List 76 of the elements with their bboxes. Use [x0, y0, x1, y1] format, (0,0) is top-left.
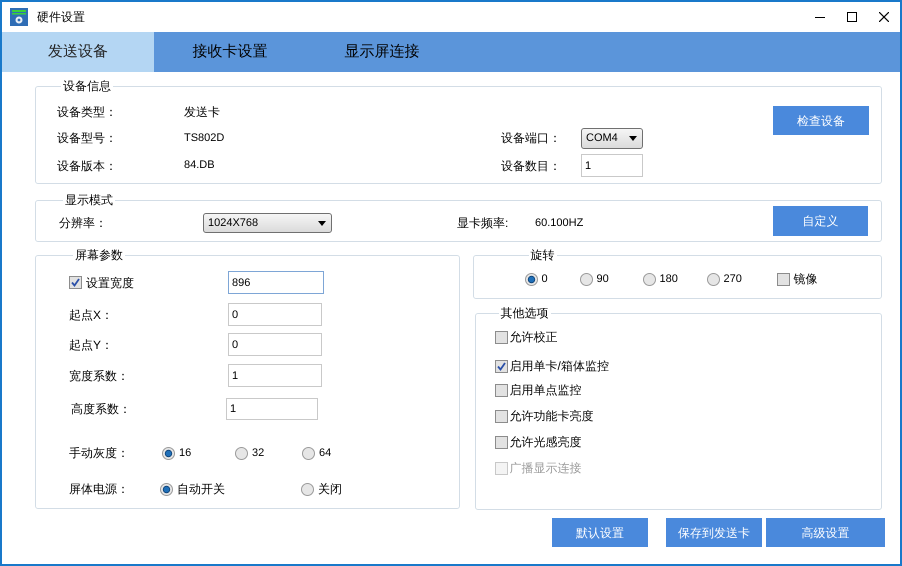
caret-icon — [318, 220, 326, 226]
checked-checkbox[interactable] — [494, 360, 508, 372]
maximize-icon — [847, 12, 857, 22]
checkbox[interactable] — [494, 436, 508, 448]
radio-button[interactable] — [642, 272, 656, 286]
field-label: 起点X： — [69, 306, 114, 324]
input-field[interactable]: 1 — [228, 364, 322, 387]
close-icon — [879, 12, 889, 22]
checkbox-label: 启用单卡/箱体监控 — [510, 358, 609, 375]
field-label: 显卡频率: — [457, 215, 510, 232]
checkbox-label: 设置宽度 — [86, 274, 134, 292]
app-icon — [10, 8, 28, 26]
minimize-icon — [815, 16, 825, 18]
field-label: 高度系数： — [71, 401, 131, 418]
checkbox-label: 允许光感亮度 — [510, 434, 582, 451]
checkbox[interactable] — [494, 384, 508, 396]
selected-radio-button[interactable] — [524, 272, 538, 286]
radio-button[interactable] — [706, 272, 720, 286]
group-title: 旋转 — [530, 247, 556, 263]
field-label: 设备版本： — [57, 158, 118, 174]
radio-button[interactable] — [301, 482, 314, 496]
dropdown[interactable]: COM4 — [581, 128, 643, 148]
checkbox[interactable] — [494, 410, 508, 422]
radio-label: 0 — [542, 272, 548, 287]
action-button[interactable]: 高级设置 — [766, 518, 885, 547]
radio-label: 关闭 — [318, 481, 342, 498]
radio-label: 90 — [596, 272, 609, 287]
field-label: 屏体电源： — [69, 481, 130, 498]
input-field[interactable]: 1 — [581, 154, 643, 177]
radio-label: 16 — [179, 446, 192, 461]
input-field[interactable]: 0 — [228, 303, 322, 326]
group-title: 设备信息 — [62, 78, 112, 94]
field-label: 设备端口： — [501, 130, 562, 147]
checkbox-label: 镜像 — [794, 271, 818, 288]
group-title: 屏幕参数 — [74, 247, 124, 263]
checkbox-label: 允许功能卡亮度 — [510, 408, 594, 425]
radio-label: 32 — [252, 446, 264, 461]
field-label: 分辨率： — [59, 215, 108, 232]
field-label: 宽度系数： — [69, 368, 129, 384]
dropdown[interactable]: 1024X768 — [203, 213, 332, 233]
checkbox[interactable] — [776, 272, 790, 286]
radio-label: 270 — [724, 272, 742, 287]
field-value: 84.DB — [184, 158, 216, 174]
field-label: 起点Y： — [69, 336, 114, 354]
radio-button[interactable] — [580, 272, 593, 286]
group-title: 其他选项 — [500, 305, 550, 321]
input-field[interactable]: 896 — [228, 271, 324, 294]
selected-radio-button[interactable] — [160, 482, 173, 496]
action-button[interactable]: 检查设备 — [773, 106, 869, 135]
group-title: 显示模式 — [64, 192, 114, 208]
checkbox-label: 广播显示连接 — [510, 460, 582, 477]
tab[interactable]: 发送设备 — [2, 32, 154, 72]
radio-label: 自动开关 — [177, 481, 225, 498]
field-value: TS802D — [184, 130, 226, 146]
window-title: 硬件设置 — [37, 9, 85, 26]
action-button[interactable]: 自定义 — [773, 206, 868, 236]
action-button[interactable]: 默认设置 — [552, 518, 648, 547]
field-value: 60.100HZ — [535, 216, 584, 231]
field-label: 设备数目： — [501, 158, 562, 174]
selected-radio-button[interactable] — [162, 446, 175, 460]
checkbox-label: 允许校正 — [510, 329, 558, 346]
radio-button[interactable] — [235, 446, 248, 460]
radio-label: 64 — [319, 446, 332, 461]
caret-icon — [629, 136, 637, 140]
field-label: 手动灰度： — [69, 445, 130, 462]
input-field[interactable]: 1 — [226, 398, 318, 420]
radio-button[interactable] — [302, 446, 315, 460]
field-label: 设备型号： — [57, 130, 118, 147]
input-field[interactable]: 0 — [228, 333, 322, 356]
action-button[interactable]: 保存到发送卡 — [666, 518, 762, 547]
field-label: 设备类型： — [57, 104, 118, 121]
radio-label: 180 — [660, 272, 678, 287]
checkbox-label: 启用单点监控 — [510, 382, 582, 399]
field-value: 发送卡 — [184, 104, 221, 121]
checked-checkbox[interactable] — [69, 276, 82, 289]
checkbox[interactable] — [494, 330, 508, 344]
